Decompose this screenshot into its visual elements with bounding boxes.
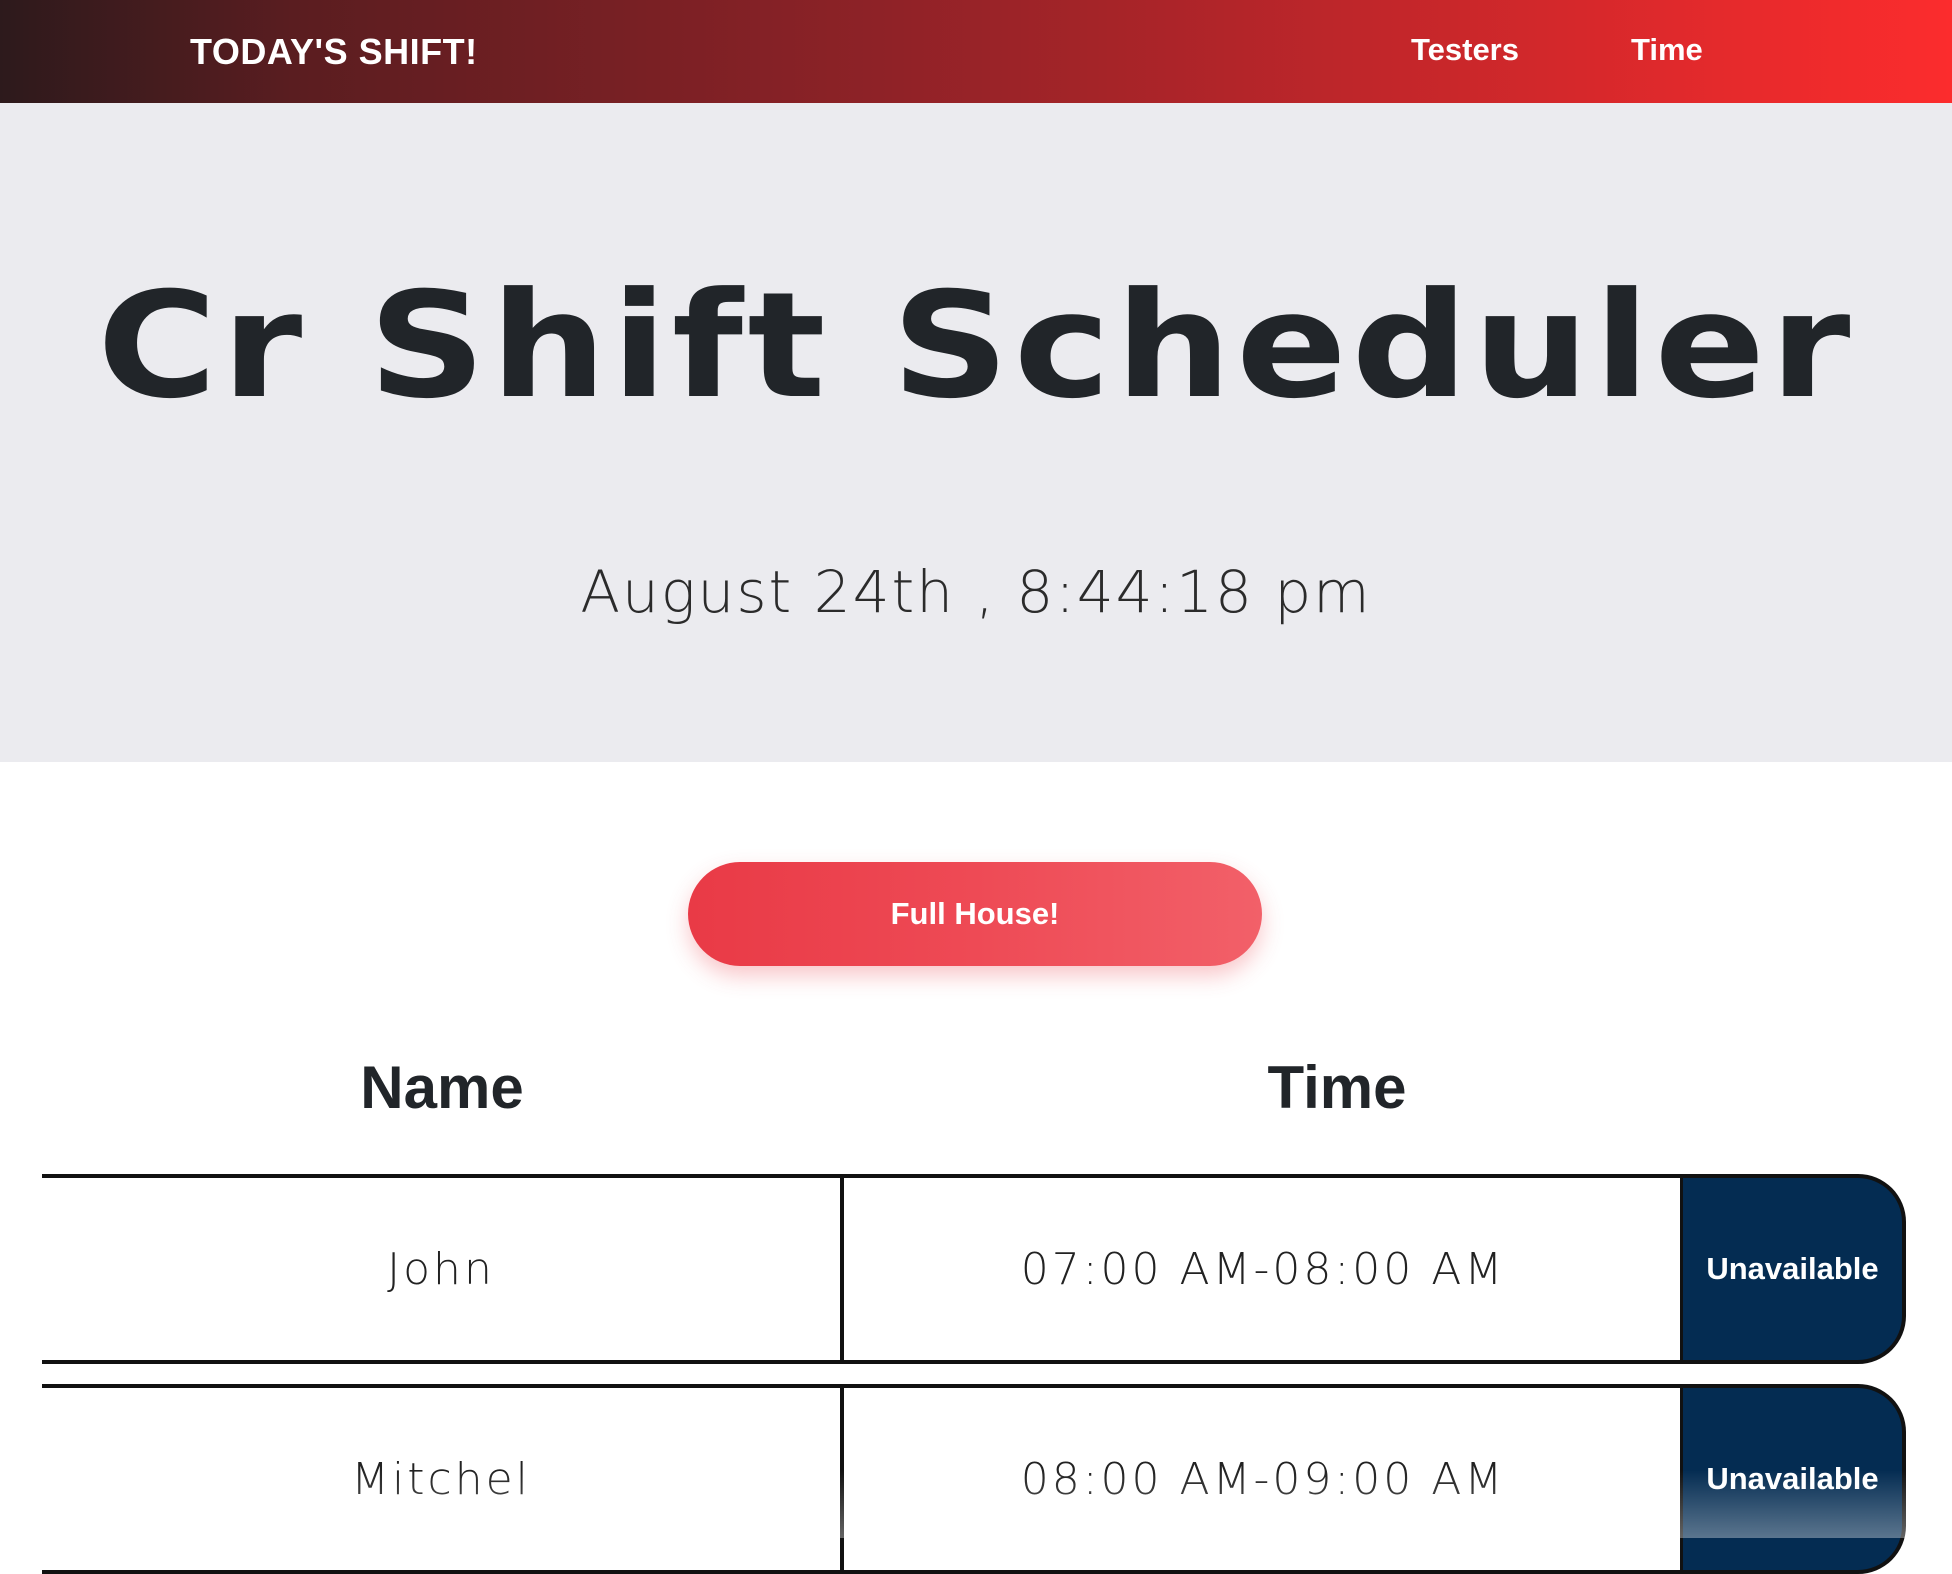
table-row: John 07:00 AM-08:00 AM Unavailable (42, 1174, 1906, 1364)
column-header-name: Name (360, 1054, 524, 1121)
brand-logo-text[interactable]: TODAY'S SHIFT! (190, 0, 478, 103)
shift-time-cell: 07:00 AM-08:00 AM (1020, 1243, 1506, 1295)
unavailable-button[interactable]: Unavailable (1680, 1384, 1906, 1574)
table-row: Mitchel 08:00 AM-09:00 AM Unavailable (42, 1384, 1906, 1574)
unavailable-button[interactable]: Unavailable (1680, 1174, 1906, 1364)
column-header-time: Time (1267, 1054, 1407, 1121)
nav-link-testers[interactable]: Testers (1411, 0, 1519, 103)
tester-name-cell: John (387, 1243, 495, 1295)
hero-banner: Cr Shift Scheduler August 24th , 8:44:18… (0, 103, 1952, 762)
page-title: Cr Shift Scheduler (97, 261, 1855, 431)
nav-link-time[interactable]: Time (1631, 0, 1703, 103)
current-datetime: August 24th , 8:44:18 pm (580, 558, 1372, 626)
tester-name-cell: Mitchel (351, 1453, 531, 1505)
shift-time-cell: 08:00 AM-09:00 AM (1020, 1453, 1506, 1505)
full-house-button[interactable]: Full House! (688, 862, 1262, 966)
top-navbar: TODAY'S SHIFT! Testers Time (0, 0, 1952, 103)
